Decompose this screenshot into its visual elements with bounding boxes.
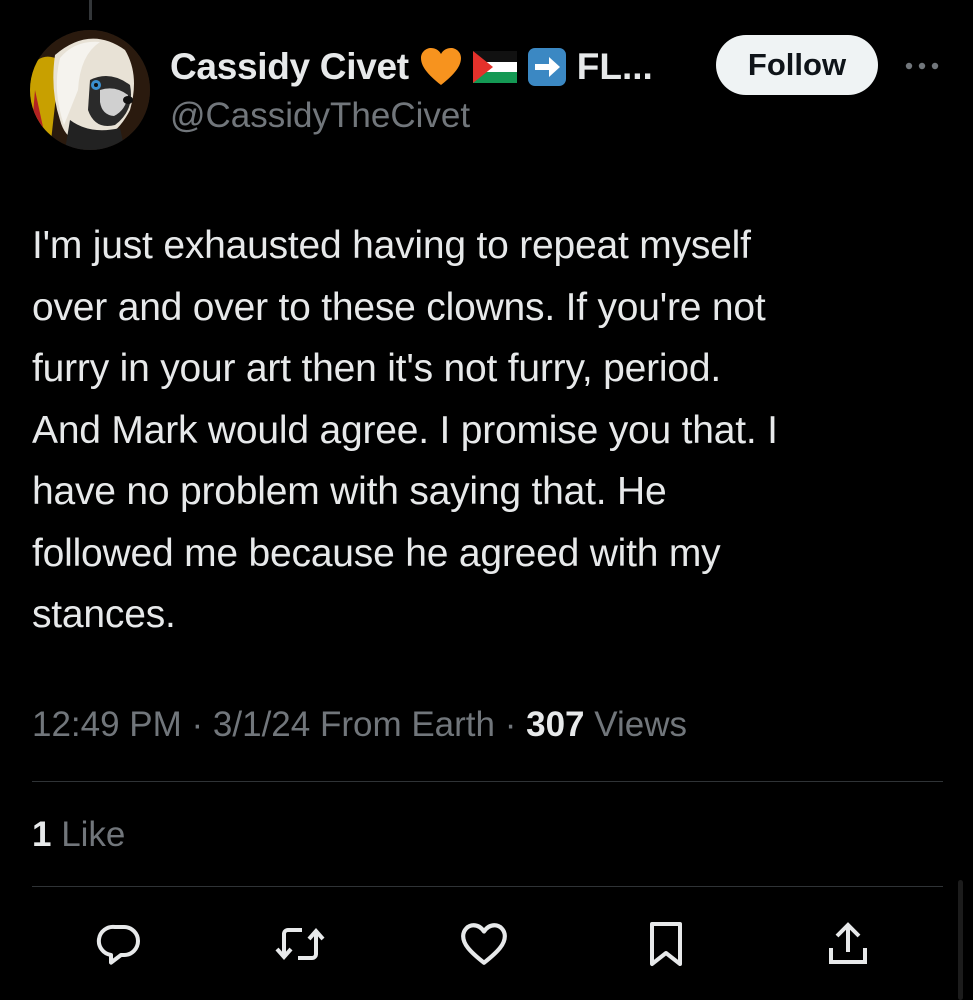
views-label: Views	[584, 705, 687, 744]
follow-button[interactable]: Follow	[716, 35, 878, 95]
like-icon[interactable]	[458, 918, 510, 970]
civet-avatar-icon	[30, 30, 150, 150]
tweet-text-line: I'm just exhausted having to repeat myse…	[32, 224, 751, 267]
more-dots-icon[interactable]	[900, 55, 944, 77]
tweet-text-line: have no problem with saying that. He	[32, 470, 667, 513]
tweet-meta: 12:49 PM · 3/1/24 From Earth · 307 Views	[32, 705, 687, 745]
author-name-truncated[interactable]: FL...	[577, 46, 653, 88]
tweet-date[interactable]: 3/1/24	[213, 705, 310, 744]
meta-separator: ·	[181, 705, 213, 744]
right-arrow-icon	[527, 47, 567, 87]
tweet-text-line: over and over to these clowns. If you're…	[32, 285, 766, 329]
divider	[32, 886, 943, 887]
bookmark-icon[interactable]	[640, 918, 692, 970]
meta-separator: ·	[495, 705, 527, 744]
likes-link[interactable]: 1 Like	[32, 815, 125, 855]
retweet-icon[interactable]	[274, 918, 326, 970]
avatar[interactable]	[30, 30, 150, 150]
divider	[32, 781, 943, 782]
likes-count: 1	[32, 815, 52, 854]
thread-connector-line	[89, 0, 92, 20]
likes-label: Like	[51, 815, 126, 854]
scrollbar[interactable]	[958, 880, 963, 1000]
reply-icon[interactable]	[94, 918, 146, 970]
tweet-time[interactable]: 12:49 PM	[32, 705, 182, 744]
tweet-text-line: stances.	[32, 593, 176, 636]
views-count: 307	[526, 705, 585, 744]
tweet-text: I'm just exhausted having to repeat myse…	[32, 215, 932, 646]
tweet-text-line: followed me because he agreed with my	[32, 531, 721, 575]
tweet-text-line: And Mark would agree. I promise you that…	[32, 408, 778, 452]
palestine-flag-icon	[472, 51, 517, 83]
share-icon[interactable]	[822, 918, 874, 970]
orange-heart-icon	[419, 47, 463, 87]
tweet-source: From Earth	[310, 705, 495, 744]
author-display-name[interactable]: Cassidy Civet	[170, 46, 409, 88]
author-name-row[interactable]: Cassidy Civet FL...	[170, 42, 653, 92]
tweet-text-line: furry in your art then it's not furry, p…	[32, 347, 721, 390]
author-handle[interactable]: @CassidyTheCivet	[170, 96, 470, 136]
